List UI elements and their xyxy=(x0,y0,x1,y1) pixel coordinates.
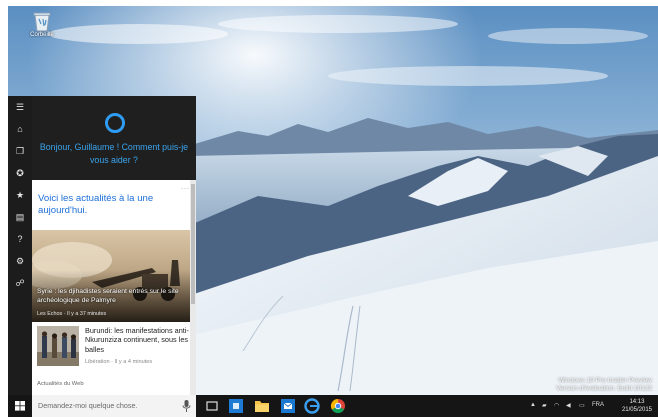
system-tray: ▲ ▰ ◠ ◀ ▭ FRA 14:13 21/05/2015 xyxy=(528,395,658,417)
watermark-line-2: Version d'évaluation. Build 10122 xyxy=(556,385,652,392)
main-news-story[interactable]: Syrie : les djihadistes seraient entrés … xyxy=(32,230,190,322)
scrollbar-thumb[interactable] xyxy=(191,184,195,304)
microphone-icon[interactable] xyxy=(182,399,191,413)
file-explorer-icon[interactable] xyxy=(252,397,272,415)
more-options-icon[interactable]: ... xyxy=(181,184,190,191)
recycle-bin[interactable]: Corbeille xyxy=(18,10,66,38)
action-center-icon[interactable]: ▭ xyxy=(579,402,585,409)
lightbulb-icon[interactable]: ✪ xyxy=(8,162,32,184)
main-story-image xyxy=(32,230,190,322)
second-story-image xyxy=(37,326,79,366)
news-icon[interactable]: ▤ xyxy=(8,206,32,228)
start-button[interactable] xyxy=(8,395,32,417)
help-icon[interactable]: ? xyxy=(8,228,32,250)
edge-icon[interactable] xyxy=(302,397,322,415)
clock-date: 21/05/2015 xyxy=(621,407,652,413)
feedback-icon[interactable]: ☍ xyxy=(8,272,32,294)
recycle-bin-icon xyxy=(33,12,51,32)
hamburger-menu-icon[interactable]: ☰ xyxy=(8,96,32,118)
wifi-icon[interactable]: ◠ xyxy=(554,402,559,409)
main-story-source: Les Echos · Il y a 37 minutes xyxy=(37,311,107,317)
clock-time: 14:13 xyxy=(629,399,645,405)
chrome-icon[interactable] xyxy=(328,397,348,415)
cortana-rail: ☰ ⌂ ❐ ✪ ★ ▤ ? ⚙ ☍ xyxy=(8,96,32,395)
news-card: ... Voici les actualités à la une aujour… xyxy=(32,180,196,395)
task-view-icon[interactable] xyxy=(202,397,222,415)
card-scrollbar[interactable] xyxy=(190,180,196,395)
cortana-panel: Bonjour, Guillaume ! Comment puis-je vou… xyxy=(32,96,196,395)
network-icon[interactable]: ▰ xyxy=(542,402,547,409)
screenshot: Corbeille Windows 10 Pro Insider Preview… xyxy=(0,0,658,417)
cortana-header: Bonjour, Guillaume ! Comment puis-je vou… xyxy=(32,96,196,180)
notebook-icon[interactable]: ❐ xyxy=(8,140,32,162)
recycle-bin-label: Corbeille xyxy=(30,32,54,38)
clock[interactable]: 14:13 21/05/2015 xyxy=(622,398,652,414)
search-box[interactable]: Demandez-moi quelque chose. xyxy=(32,395,196,417)
watermark-line-1: Windows 10 Pro Insider Preview xyxy=(558,377,652,384)
taskbar: Demandez-moi quelque chose. ▲ ▰ ◠ ◀ ▭ FR… xyxy=(8,395,658,417)
star-icon[interactable]: ★ xyxy=(8,184,32,206)
second-story-source: Libération · Il y a 4 minutes xyxy=(85,359,153,365)
settings-icon[interactable]: ⚙ xyxy=(8,250,32,272)
second-story-title: Burundi: les manifestations anti-Nkurunz… xyxy=(85,326,189,354)
second-news-story[interactable]: Burundi: les manifestations anti-Nkurunz… xyxy=(37,326,189,374)
language-indicator[interactable]: FRA xyxy=(592,402,604,408)
news-card-title[interactable]: Voici les actualités à la une aujourd'hu… xyxy=(38,193,188,217)
mail-icon[interactable] xyxy=(278,397,298,415)
show-hidden-icons-icon[interactable]: ▲ xyxy=(530,402,536,408)
cortana-circle-icon xyxy=(105,113,125,133)
web-news-section-label: Actualités du Web xyxy=(37,381,84,387)
desktop: Corbeille Windows 10 Pro Insider Preview… xyxy=(8,6,658,417)
home-icon[interactable]: ⌂ xyxy=(8,118,32,140)
build-watermark: Windows 10 Pro Insider Preview Version d… xyxy=(556,377,652,393)
volume-icon[interactable]: ◀ xyxy=(566,402,571,409)
main-story-caption: Syrie : les djihadistes seraient entrés … xyxy=(37,288,179,304)
cortana-greeting: Bonjour, Guillaume ! Comment puis-je vou… xyxy=(39,142,189,165)
windows-logo-icon xyxy=(15,401,25,411)
search-input[interactable]: Demandez-moi quelque chose. xyxy=(38,401,138,410)
store-icon[interactable] xyxy=(226,397,246,415)
